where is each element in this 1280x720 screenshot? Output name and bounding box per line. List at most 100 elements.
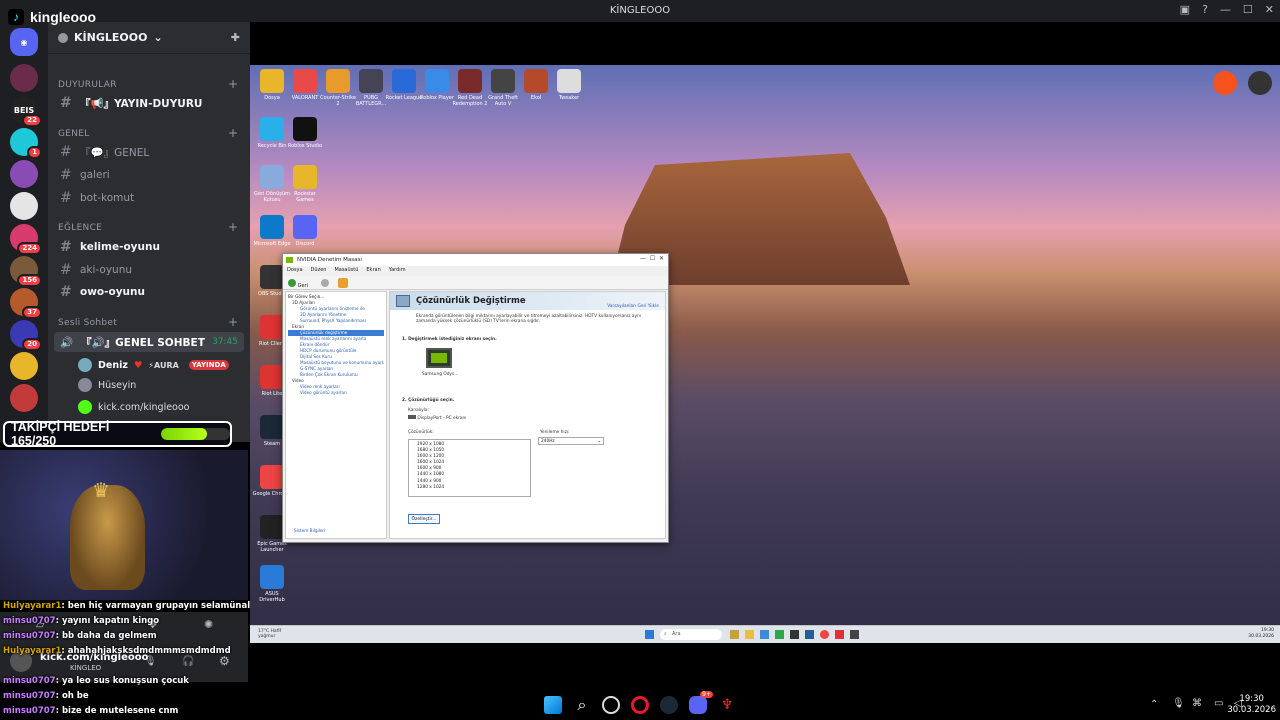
file-explorer-icon[interactable] (745, 630, 754, 639)
desktop-icon[interactable]: Rockstar Games (285, 165, 325, 202)
monitor-icon[interactable] (426, 348, 452, 368)
soundboard-icon[interactable]: ✺ (204, 618, 213, 631)
back-button[interactable]: Geri (288, 279, 308, 289)
server-icon[interactable]: 37 (10, 288, 42, 319)
clock[interactable]: 19:30 30.03.2026 (1227, 694, 1276, 716)
server-icon[interactable]: 156 (10, 256, 42, 287)
resolution-list[interactable]: 1920 x 1080 1680 x 1050 1600 x 1200 1600… (408, 439, 531, 497)
user-tag: ⚡AURA (148, 360, 179, 370)
server-icon[interactable] (10, 352, 38, 380)
desktop-icon[interactable]: Tweaker (549, 69, 589, 106)
inner-date: 30.03.2026 (1248, 634, 1274, 639)
channel-bot-komut[interactable]: # bot-komut (54, 188, 244, 208)
category-duyurular[interactable]: DUYURULAR (58, 80, 117, 90)
menu-item[interactable]: Yardım (389, 266, 406, 275)
weather-widget[interactable]: 17°C Hafif yağmur (258, 629, 288, 639)
category-eglence[interactable]: EĞLENCE (58, 223, 102, 233)
pinned-apps (730, 630, 859, 639)
channel-kelime-oyunu[interactable]: # kelime-oyunu (54, 237, 244, 257)
app-icon[interactable] (835, 630, 844, 639)
app-icon[interactable] (805, 630, 814, 639)
server-icon[interactable] (10, 384, 38, 412)
server-icon[interactable] (10, 160, 38, 188)
maximize-button[interactable]: ☐ (1243, 3, 1253, 16)
network-icon[interactable]: ▭ (1214, 698, 1223, 709)
app-icon[interactable] (760, 630, 769, 639)
task-view-icon[interactable] (730, 630, 739, 639)
search-icon[interactable]: ⌕ (573, 696, 591, 714)
mic-icon[interactable]: 🎙 (1172, 698, 1185, 709)
server-icon[interactable] (10, 192, 38, 220)
channel-owo-oyunu[interactable]: # owo-oyunu (54, 282, 244, 302)
bluetooth-icon[interactable]: ⌘ (1192, 698, 1202, 709)
server-icon[interactable] (10, 64, 38, 92)
add-channel-icon[interactable]: + (228, 77, 238, 91)
server-icon[interactable]: BEIS 22 (10, 96, 42, 127)
resolution-option[interactable]: 1280 x 1024 (417, 485, 522, 491)
minimize-button[interactable]: — (1220, 3, 1231, 16)
channel-yayin-duyuru[interactable]: # 『📢』YAYIN-DUYURU (54, 93, 244, 113)
windows-start-icon[interactable] (544, 696, 562, 714)
menu-item[interactable]: Dosya (287, 266, 303, 275)
voice-user[interactable]: kick.com/kingleooo (78, 398, 190, 416)
refresh-select[interactable]: 240Hz ⌄ (538, 437, 604, 445)
desktop-icon[interactable] (1205, 71, 1245, 97)
menu-item[interactable]: Düzen (311, 266, 327, 275)
opera-icon[interactable] (631, 696, 649, 714)
home-icon[interactable] (338, 278, 348, 288)
bolt-icon (1213, 71, 1237, 95)
close-button[interactable]: ✕ (1265, 3, 1274, 16)
tray-chevron-icon[interactable]: ⌃ (1150, 699, 1158, 710)
taskbar: ⌕ 9+ ♆ ⌃ 🎙 ⌘ ▭ ◁ 19:30 30.03.2026 (250, 690, 1280, 720)
system-info-link[interactable]: Sistem Bilgileri (294, 528, 325, 534)
desktop-icon[interactable] (1240, 71, 1280, 97)
restore-defaults-link[interactable]: Varsayılanları Geri Yükle (607, 304, 659, 309)
voice-user[interactable]: Hüseyin (78, 376, 136, 394)
add-channel-icon[interactable]: + (228, 126, 238, 140)
steam-icon[interactable] (660, 696, 678, 714)
chat-user: Hulyayarar1 (3, 601, 62, 611)
server-icon[interactable]: 1 (10, 128, 42, 159)
server-icon[interactable]: 224 (10, 224, 42, 255)
channel-aki-oyunu[interactable]: # aki-oyunu (54, 260, 244, 280)
app-icon (293, 165, 317, 189)
help-icon[interactable]: ? (1202, 3, 1208, 16)
gear-icon[interactable]: ⚙ (219, 654, 230, 668)
search-box[interactable]: ⌕ Ara (660, 629, 722, 640)
window-controls: ▣ ? — ☐ ✕ (1180, 3, 1274, 16)
menu-item[interactable]: Ekran (366, 266, 380, 275)
voice-channel-genel-sohbet[interactable]: 🔊 『🔊』GENEL SOHBET 37:45 (54, 332, 244, 352)
desktop-icon[interactable]: ASUS DriverHub (252, 565, 292, 602)
chat-message: minsu0707: oh be (3, 691, 89, 701)
category-genel[interactable]: GENEL (58, 129, 90, 139)
add-channel-icon[interactable]: + (228, 315, 238, 329)
chrome-icon[interactable] (820, 630, 829, 639)
app-icon[interactable] (775, 630, 784, 639)
desktop-icon[interactable]: Roblox Studio (285, 117, 325, 154)
tree-item[interactable]: Video görüntü ayarları (288, 390, 384, 396)
step-label: 1. Değiştirmek istediğiniz ekranı seçin. (402, 337, 497, 342)
channel-genel[interactable]: # 『💬』GENEL (54, 142, 244, 162)
customize-button[interactable]: Özelleştir... (408, 514, 440, 524)
category-sesli-sohbet[interactable]: Sesli Sohbet (58, 318, 117, 328)
channel-galeri[interactable]: # galeri (54, 165, 244, 185)
add-member-icon[interactable]: ✚ (231, 31, 240, 44)
server-icon[interactable]: 20 (10, 320, 42, 351)
discord-icon[interactable]: 9+ (689, 691, 713, 714)
app-icon[interactable]: ♆ (718, 696, 736, 714)
app-icon[interactable] (790, 630, 799, 639)
add-channel-icon[interactable]: + (228, 220, 238, 234)
app-icon[interactable] (602, 696, 620, 714)
app-icon (326, 69, 350, 93)
inbox-icon[interactable]: ▣ (1180, 3, 1190, 16)
forward-icon[interactable] (321, 279, 329, 287)
headphones-icon[interactable]: 🎧 (182, 656, 194, 667)
discord-home-icon[interactable]: ◉ (10, 28, 38, 56)
windows-start-icon[interactable] (645, 630, 654, 639)
mic-icon[interactable]: 🎙 (144, 656, 157, 667)
app-icon[interactable] (850, 630, 859, 639)
window-controls[interactable]: — ☐ ✕ (640, 255, 664, 262)
menu-item[interactable]: Masaüstü (334, 266, 358, 275)
voice-user[interactable]: Deniz ♥ ⚡AURA YAYINDA (78, 356, 229, 374)
desktop-icon[interactable]: Discord (285, 215, 325, 252)
